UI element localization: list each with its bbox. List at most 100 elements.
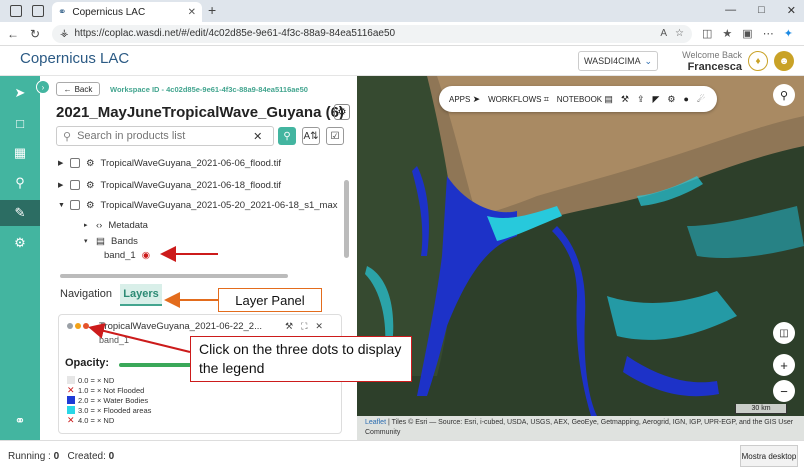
legend-row: 3.0 = × Flooded areas bbox=[67, 405, 151, 415]
products-scrollbar[interactable] bbox=[344, 180, 349, 258]
minimize-icon[interactable]: — bbox=[725, 4, 736, 17]
apps-button[interactable]: APPS ➤ bbox=[449, 94, 480, 105]
legend-row: ✕ 1.0 = × Not Flooded bbox=[67, 385, 145, 395]
legend-row: 0.0 = × ND bbox=[67, 375, 151, 385]
tab-actions-icon[interactable] bbox=[32, 5, 44, 17]
map-view[interactable]: APPS ➤ WORKFLOWS ⌗ NOTEBOOK ▤ ⚒ ⇪ ◤ ⚙ ● … bbox=[357, 76, 804, 440]
workspace-panel: ← Back Workspace ID - 4c02d85e-9e61-4f3c… bbox=[52, 76, 357, 440]
select-all-button[interactable]: ☑ bbox=[326, 127, 344, 145]
workspace-select[interactable]: WASDI4CIMA ⌄ bbox=[578, 51, 658, 71]
split-screen-icon[interactable]: ◫ bbox=[702, 27, 712, 40]
collapse-panel-icon[interactable]: › bbox=[36, 80, 50, 94]
support-icon[interactable]: ⚭ bbox=[0, 408, 40, 434]
more-menu-icon[interactable]: ⋯ bbox=[763, 27, 774, 40]
new-tab-icon[interactable]: + bbox=[208, 2, 216, 18]
bands-node[interactable]: ▾ ▤ Bands bbox=[84, 234, 138, 248]
edit-pencil-icon[interactable]: ✎ bbox=[0, 200, 40, 226]
metadata-node[interactable]: ▸ ‹› Metadata bbox=[84, 218, 148, 232]
favorites-icon[interactable]: ★ bbox=[722, 27, 732, 40]
status-footer: Running : 0 Created: 0 Mostra desktop bbox=[0, 440, 804, 472]
collapse-icon[interactable]: ▾ bbox=[84, 237, 90, 245]
clear-search-icon[interactable]: ✕ bbox=[253, 130, 262, 143]
copernicus-logo[interactable]: Copernicus LAC bbox=[20, 50, 129, 67]
eye-hidden-icon[interactable]: ◉ bbox=[142, 250, 150, 261]
products-horizontal-scrollbar[interactable] bbox=[60, 274, 288, 278]
close-window-icon[interactable]: ✕ bbox=[787, 4, 796, 17]
product-checkbox[interactable] bbox=[70, 180, 80, 190]
upload-icon[interactable]: ⇪ bbox=[637, 94, 645, 105]
welcome-text: Welcome Back bbox=[682, 50, 742, 60]
style-brush-icon[interactable]: ⚒ bbox=[285, 321, 293, 332]
legend: 0.0 = × ND ✕ 1.0 = × Not Flooded 2.0 = ×… bbox=[67, 375, 151, 425]
close-tab-icon[interactable]: ✕ bbox=[188, 7, 196, 18]
search-button[interactable]: ⚲ bbox=[278, 127, 296, 145]
leaflet-link[interactable]: Leaflet bbox=[365, 419, 386, 426]
notebook-button[interactable]: NOTEBOOK ▤ bbox=[557, 94, 613, 105]
collections-icon[interactable]: ▣ bbox=[742, 27, 752, 40]
tab-layers[interactable]: Layers bbox=[120, 284, 162, 306]
url-text: https://coplac.wasdi.net/#/edit/4c02d85e… bbox=[74, 28, 396, 39]
tab-navigation[interactable]: Navigation bbox=[60, 288, 112, 300]
maximize-icon[interactable]: □ bbox=[758, 4, 765, 17]
share-icon[interactable]: ◤ bbox=[653, 94, 660, 105]
rocket-icon[interactable]: ➤ bbox=[0, 80, 40, 106]
calendar-icon[interactable]: ▦ bbox=[0, 140, 40, 166]
style-icon[interactable]: ⚒ bbox=[621, 94, 629, 105]
search-icon[interactable]: ⚲ bbox=[0, 170, 40, 196]
workspace-title: 2021_MayJuneTropicalWave_Guyana (6) bbox=[56, 104, 344, 121]
welcome-block: Welcome Back Francesca bbox=[670, 49, 742, 73]
read-aloud-icon[interactable]: A bbox=[660, 28, 667, 39]
collapse-icon[interactable]: ▼ bbox=[58, 202, 65, 209]
browser-tab[interactable]: ⚭ Copernicus LAC ✕ bbox=[52, 2, 202, 22]
cross-icon: ✕ bbox=[67, 415, 75, 425]
zoom-out-button[interactable]: − bbox=[773, 380, 795, 402]
product-checkbox[interactable] bbox=[70, 158, 80, 168]
workflows-button[interactable]: WORKFLOWS ⌗ bbox=[488, 94, 549, 105]
cross-icon: ✕ bbox=[67, 385, 75, 395]
navigate-icon[interactable]: ☄ bbox=[697, 94, 705, 105]
settings-icon[interactable]: ⚙ bbox=[667, 94, 675, 105]
product-search: ⚲ ✕ bbox=[56, 126, 274, 146]
back-button[interactable]: ← Back bbox=[56, 82, 100, 96]
workspace-id: Workspace ID - 4c02d85e-9e61-4f3c-88a9-8… bbox=[110, 85, 308, 94]
url-field[interactable]: ⚶ https://coplac.wasdi.net/#/edit/4c02d8… bbox=[52, 24, 692, 43]
folder-icon[interactable]: □ bbox=[0, 110, 40, 136]
reload-icon[interactable]: ↻ bbox=[26, 27, 44, 41]
workspace-settings-icon[interactable]: ⚙ bbox=[334, 104, 350, 120]
product-item[interactable]: ▼ ⚙ TropicalWaveGuyana_2021-05-20_2021-0… bbox=[58, 198, 337, 212]
avatar[interactable]: ☻ bbox=[774, 51, 794, 71]
expand-icon[interactable]: ▸ bbox=[84, 221, 90, 229]
arrow-left-icon: ← bbox=[63, 84, 72, 94]
globe-icon[interactable]: ● bbox=[684, 94, 689, 104]
search-input[interactable] bbox=[77, 130, 248, 142]
map-search-icon[interactable]: ⚲ bbox=[773, 84, 795, 106]
profile-icon[interactable] bbox=[10, 5, 22, 17]
opacity-slider[interactable] bbox=[119, 363, 199, 367]
opacity-label: Opacity: bbox=[65, 357, 110, 369]
zoom-to-layer-icon[interactable]: ⛶ bbox=[301, 321, 307, 332]
band-item[interactable]: band_1 ◉ bbox=[104, 248, 150, 262]
legend-dots-button[interactable] bbox=[67, 323, 89, 329]
back-arrow-icon[interactable]: ← bbox=[4, 27, 22, 41]
product-checkbox[interactable] bbox=[70, 200, 80, 210]
expand-icon[interactable]: ▶ bbox=[58, 159, 64, 167]
search-icon: ⚲ bbox=[63, 130, 72, 143]
process-counts: Running : 0 Created: 0 bbox=[8, 451, 115, 462]
map-attribution: Leaflet | Tiles © Esri — Source: Esri, i… bbox=[357, 416, 804, 440]
product-item[interactable]: ▶ ⚙ TropicalWaveGuyana_2021-06-18_flood.… bbox=[58, 178, 281, 192]
sort-filter-button[interactable]: A⇅ bbox=[302, 127, 320, 145]
notification-bell-icon[interactable]: ♦ bbox=[748, 51, 768, 71]
zoom-in-button[interactable]: + bbox=[773, 354, 795, 376]
favorite-star-icon[interactable]: ☆ bbox=[675, 28, 684, 39]
show-desktop-button[interactable]: Mostra desktop bbox=[740, 445, 798, 467]
remove-layer-icon[interactable]: ✕ bbox=[315, 321, 323, 332]
gear-icon[interactable]: ⚙ bbox=[0, 230, 40, 256]
raster-icon: ⚙ bbox=[86, 157, 95, 169]
dot-icon bbox=[67, 323, 73, 329]
layer-compare-icon[interactable]: ◫ bbox=[773, 322, 795, 344]
expand-icon[interactable]: ▶ bbox=[58, 181, 64, 189]
address-bar: ← ↻ ⚶ https://coplac.wasdi.net/#/edit/4c… bbox=[0, 22, 804, 46]
copilot-icon[interactable]: ✦ bbox=[784, 27, 793, 40]
product-item[interactable]: ▶ ⚙ TropicalWaveGuyana_2021-06-06_flood.… bbox=[58, 156, 281, 170]
laptop-icon: ▤ bbox=[604, 93, 613, 104]
